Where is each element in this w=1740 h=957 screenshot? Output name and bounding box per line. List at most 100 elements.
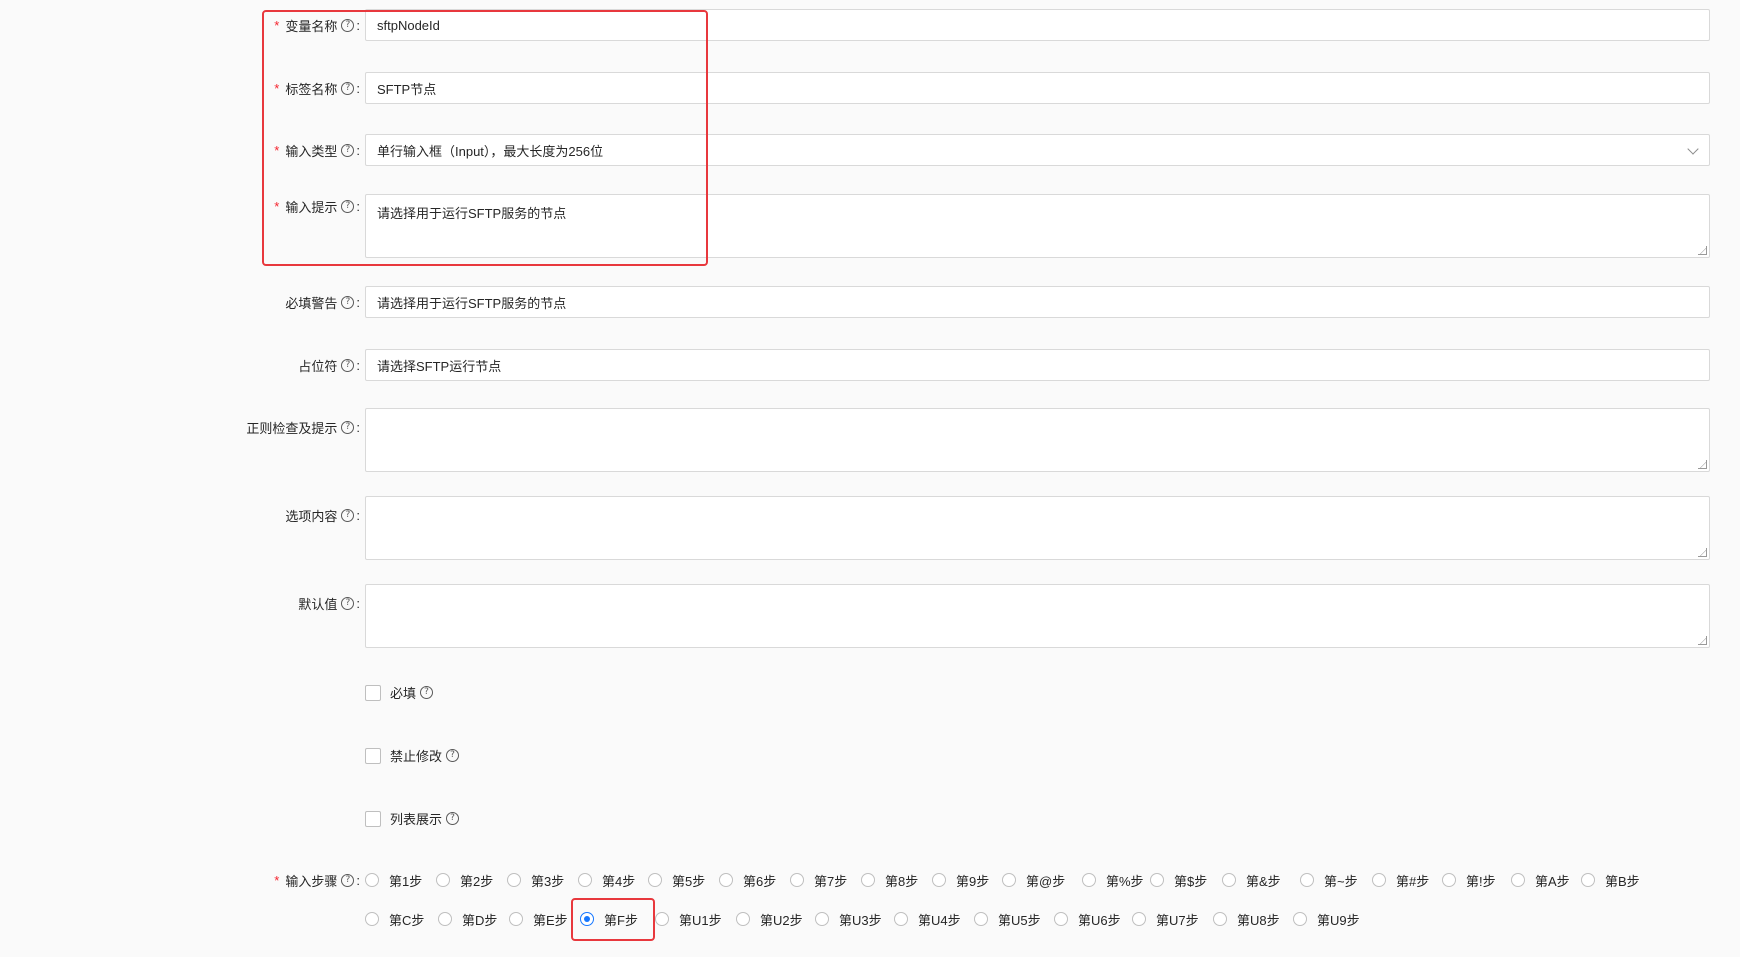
options-textarea[interactable]	[365, 496, 1710, 560]
radio-button[interactable]	[1581, 873, 1595, 887]
checkbox[interactable]	[365, 684, 381, 701]
radio-button[interactable]	[932, 873, 946, 887]
field-label: * 标签名称 ?:	[274, 80, 360, 97]
step-radio-option[interactable]: 第U9步	[1293, 909, 1360, 929]
tag-name-input[interactable]: SFTP节点	[365, 72, 1710, 104]
radio-button[interactable]	[894, 912, 908, 926]
placeholder-input[interactable]: 请选择SFTP运行节点	[365, 349, 1710, 381]
step-radio-option[interactable]: 第2步	[436, 870, 493, 890]
checkbox-disable-edit[interactable]: 禁止修改 ?	[365, 746, 460, 765]
radio-button[interactable]	[509, 912, 523, 926]
step-radio-option[interactable]: 第8步	[861, 870, 918, 890]
step-radio-option[interactable]: 第U6步	[1054, 909, 1121, 929]
input-hint-textarea[interactable]: 请选择用于运行SFTP服务的节点	[365, 194, 1710, 258]
step-radio-option[interactable]: 第@步	[1002, 870, 1065, 890]
question-circle-icon[interactable]: ?	[341, 143, 355, 157]
step-radio-option[interactable]: 第$步	[1150, 870, 1207, 890]
question-circle-icon[interactable]: ?	[446, 812, 460, 825]
radio-button[interactable]	[578, 873, 592, 887]
radio-button[interactable]	[1082, 873, 1096, 887]
step-radio-option[interactable]: 第&步	[1222, 870, 1281, 890]
radio-button[interactable]	[1132, 912, 1146, 926]
radio-button[interactable]	[1150, 873, 1164, 887]
step-radio-option[interactable]: 第U5步	[974, 909, 1041, 929]
step-radio-option[interactable]: 第6步	[719, 870, 776, 890]
step-radio-option[interactable]: 第U1步	[655, 909, 722, 929]
step-radio-option[interactable]: 第A步	[1511, 870, 1570, 890]
step-radio-option[interactable]: 第F步	[580, 909, 638, 929]
required-warning-input[interactable]: 请选择用于运行SFTP服务的节点	[365, 286, 1710, 318]
radio-button[interactable]	[438, 912, 452, 926]
resize-handle[interactable]	[1698, 636, 1707, 645]
checkbox-list-display[interactable]: 列表展示 ?	[365, 809, 460, 828]
checkbox[interactable]	[365, 747, 381, 764]
checkbox[interactable]	[365, 810, 381, 827]
question-circle-icon[interactable]: ?	[341, 358, 355, 372]
radio-button[interactable]	[648, 873, 662, 887]
step-radio-option[interactable]: 第U4步	[894, 909, 961, 929]
question-circle-icon[interactable]: ?	[341, 420, 355, 434]
step-radio-option[interactable]: 第9步	[932, 870, 989, 890]
step-radio-option[interactable]: 第B步	[1581, 870, 1640, 890]
step-radio-option[interactable]: 第!步	[1442, 870, 1496, 890]
radio-button[interactable]	[719, 873, 733, 887]
input-type-select[interactable]: 单行输入框（Input），最大长度为256位	[365, 134, 1710, 166]
variable-name-input[interactable]: sftpNodeId	[365, 9, 1710, 41]
radio-button[interactable]	[1054, 912, 1068, 926]
resize-handle[interactable]	[1698, 460, 1707, 469]
step-radio-option[interactable]: 第U7步	[1132, 909, 1199, 929]
radio-button[interactable]	[790, 873, 804, 887]
resize-handle[interactable]	[1698, 246, 1707, 255]
step-radio-option[interactable]: 第~步	[1300, 870, 1358, 890]
step-radio-option[interactable]: 第U3步	[815, 909, 882, 929]
step-radio-option[interactable]: 第5步	[648, 870, 705, 890]
radio-button[interactable]	[1002, 873, 1016, 887]
step-radio-option[interactable]: 第E步	[509, 909, 568, 929]
radio-button[interactable]	[580, 912, 594, 926]
radio-button[interactable]	[507, 873, 521, 887]
question-circle-icon[interactable]: ?	[341, 18, 355, 32]
step-radio-option[interactable]: 第#步	[1372, 870, 1429, 890]
radio-button[interactable]	[1300, 873, 1314, 887]
radio-button[interactable]	[861, 873, 875, 887]
default-value-textarea[interactable]	[365, 584, 1710, 648]
step-radio-label: 第U7步	[1156, 912, 1199, 928]
question-circle-icon[interactable]: ?	[341, 873, 355, 887]
radio-button[interactable]	[815, 912, 829, 926]
radio-button[interactable]	[655, 912, 669, 926]
question-circle-icon[interactable]: ?	[341, 295, 355, 309]
step-radio-option[interactable]: 第4步	[578, 870, 635, 890]
radio-button[interactable]	[1213, 912, 1227, 926]
question-circle-icon[interactable]: ?	[420, 686, 434, 699]
question-circle-icon[interactable]: ?	[341, 508, 355, 522]
step-radio-label: 第!步	[1466, 873, 1496, 889]
radio-button[interactable]	[1293, 912, 1307, 926]
step-radio-option[interactable]: 第U8步	[1213, 909, 1280, 929]
checkbox-required[interactable]: 必填 ?	[365, 683, 434, 702]
radio-button[interactable]	[1442, 873, 1456, 887]
step-radio-option[interactable]: 第C步	[365, 909, 424, 929]
question-circle-icon[interactable]: ?	[341, 81, 355, 95]
question-circle-icon[interactable]: ?	[446, 749, 460, 762]
chevron-down-icon[interactable]	[1687, 143, 1699, 155]
regex-hint-textarea[interactable]	[365, 408, 1710, 472]
radio-button[interactable]	[436, 873, 450, 887]
radio-button[interactable]	[1222, 873, 1236, 887]
step-radio-option[interactable]: 第1步	[365, 870, 422, 890]
radio-button[interactable]	[974, 912, 988, 926]
step-radio-label: 第5步	[672, 873, 706, 889]
radio-button[interactable]	[1511, 873, 1525, 887]
step-radio-option[interactable]: 第D步	[438, 909, 497, 929]
step-radio-option[interactable]: 第U2步	[736, 909, 803, 929]
radio-button[interactable]	[736, 912, 750, 926]
question-circle-icon[interactable]: ?	[341, 199, 355, 213]
step-radio-option[interactable]: 第7步	[790, 870, 847, 890]
resize-handle[interactable]	[1698, 548, 1707, 557]
question-circle-icon[interactable]: ?	[341, 596, 355, 610]
radio-button[interactable]	[365, 873, 379, 887]
radio-button[interactable]	[365, 912, 379, 926]
step-radio-option[interactable]: 第3步	[507, 870, 564, 890]
radio-button[interactable]	[1372, 873, 1386, 887]
field-label: * 输入类型 ?:	[274, 142, 360, 159]
step-radio-option[interactable]: 第%步	[1082, 870, 1144, 890]
